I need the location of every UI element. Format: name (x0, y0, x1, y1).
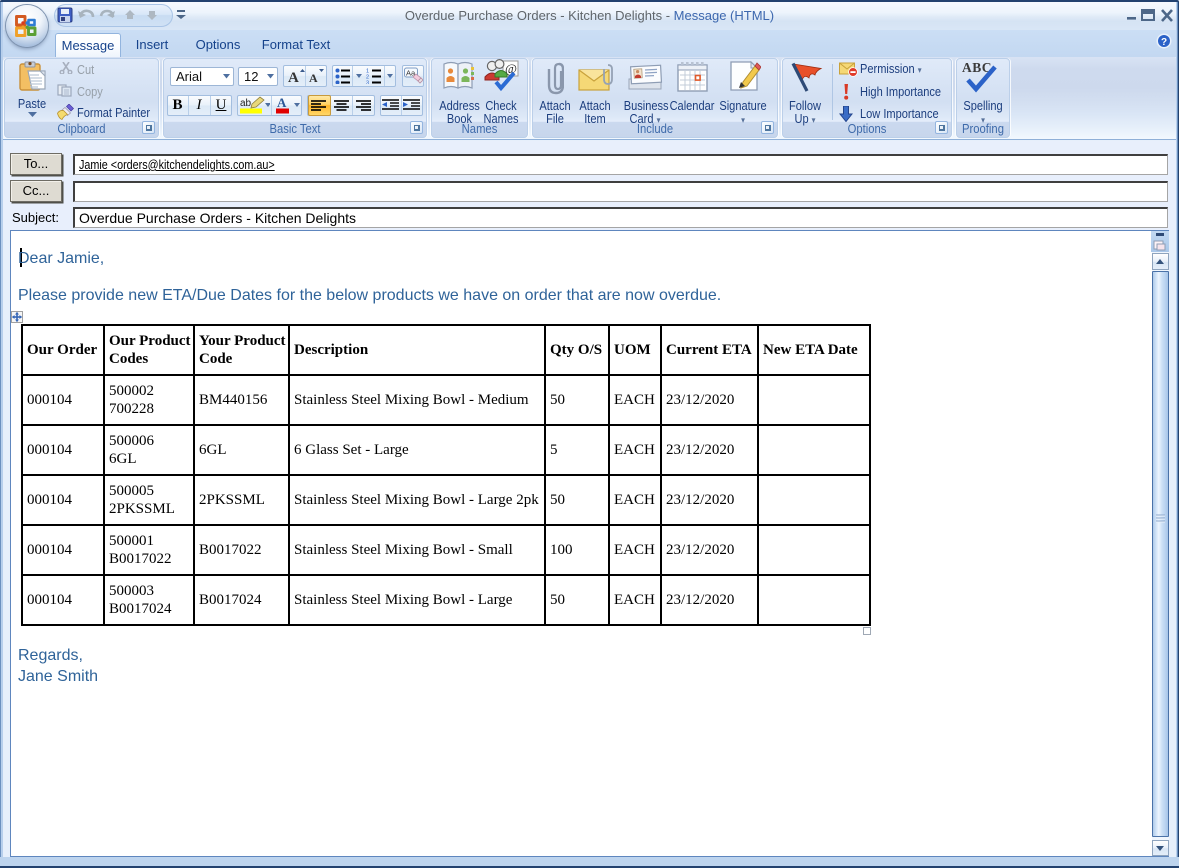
svg-text:3: 3 (366, 80, 369, 84)
svg-text:ab: ab (240, 98, 252, 109)
svg-text:A: A (277, 96, 287, 110)
svg-text:?: ? (1161, 37, 1167, 48)
svg-text:A: A (309, 71, 318, 85)
svg-text:A: A (288, 70, 299, 85)
